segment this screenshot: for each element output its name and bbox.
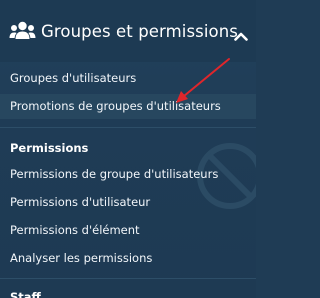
sidebar-panel: Groupes et permissions Groupes d'utilisa… [0,0,256,298]
section-header-groups-permissions[interactable]: Groupes et permissions [0,0,256,62]
menu-item-analyze-permissions[interactable]: Analyser les permissions [10,251,152,265]
divider [0,278,256,279]
users-group-icon [9,20,36,42]
section-title: Groupes et permissions [41,21,238,41]
menu-item-user-groups[interactable]: Groupes d'utilisateurs [10,71,136,85]
menu-item-user-permissions[interactable]: Permissions d'utilisateur [10,195,150,209]
menu-item-group-permissions[interactable]: Permissions de groupe d'utilisateurs [10,167,218,181]
section-heading-staff: Staff [10,290,41,298]
chevron-up-icon[interactable] [234,26,248,41]
section-heading-permissions: Permissions [10,141,89,155]
menu-item-element-permissions[interactable]: Permissions d'élément [10,223,140,237]
divider [0,127,256,128]
menu-item-user-group-promotions[interactable]: Promotions de groupes d'utilisateurs [10,99,221,113]
